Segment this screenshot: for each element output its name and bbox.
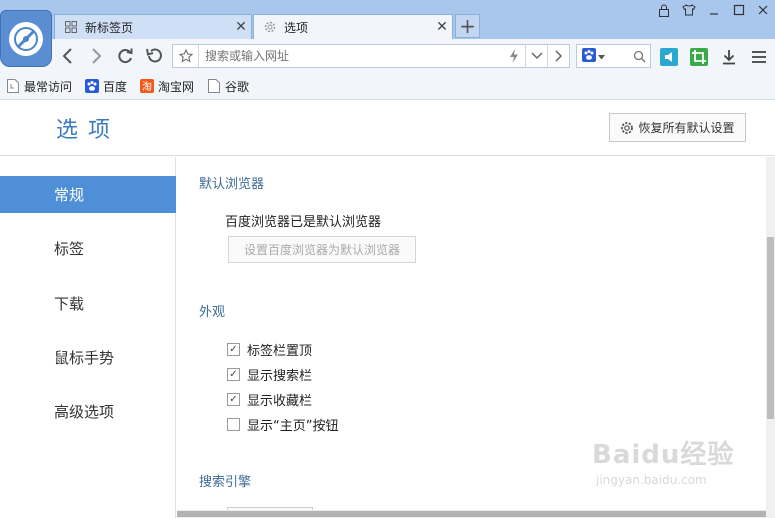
sidebar-item-label: 高级选项 [54,403,115,421]
appearance-section-title: 外观 [199,305,226,320]
option-label: 显示“主页”按钮 [247,419,339,434]
options-content: 默认浏览器 百度浏览器已是默认浏览器 设置百度浏览器为默认浏览器 外观 ✓ 标签… [177,157,766,510]
options-sidebar: 常规 标签 下载 鼠标手势 高级选项 [0,157,176,518]
page-icon [206,79,221,94]
checkbox[interactable]: ✓ [227,368,240,381]
lightning-icon[interactable] [503,45,525,67]
restore-defaults-button[interactable]: 恢复所有默认设置 [609,113,746,142]
paw-icon [84,79,99,94]
sidebar-item-general[interactable]: 常规 [0,176,176,213]
page-title: 选项 [56,118,121,143]
sidebar-item-downloads[interactable]: 下载 [0,285,176,322]
default-browser-section-title: 默认浏览器 [199,177,265,192]
checkbox[interactable]: ✓ [227,343,240,356]
refresh-icon[interactable] [113,44,137,68]
sidebar-item-tabs[interactable]: 标签 [0,230,176,267]
minimize-icon[interactable] [702,2,726,18]
sidebar-item-advanced[interactable]: 高级选项 [0,393,176,430]
search-box[interactable] [576,44,651,68]
compass-icon [9,21,43,56]
horizontal-scrollbar[interactable] [177,510,766,518]
bookmarks-bar: 最常访问 百度 淘 淘宝网 谷歌 [0,73,775,100]
tab-new-tab[interactable]: 新标签页 ✕ [54,14,252,39]
grid-icon [63,19,79,35]
skin-icon[interactable] [677,2,701,18]
checkbox[interactable]: ✓ [227,393,240,406]
close-window-icon[interactable] [751,2,775,18]
speaker-icon[interactable] [659,47,679,67]
star-icon[interactable] [173,45,199,67]
bookmark-label: 淘宝网 [158,79,195,94]
tab-options[interactable]: 选项 ✕ [253,14,453,39]
lock-icon[interactable] [652,2,676,18]
bookmark-label: 最常访问 [24,79,73,94]
sidebar-item-label: 常规 [54,186,85,204]
close-icon[interactable]: ✕ [231,19,251,35]
address-bar[interactable] [172,44,570,68]
search-engine-selector[interactable] [577,45,609,67]
maximize-icon[interactable] [727,2,751,18]
default-browser-status: 百度浏览器已是默认浏览器 [225,215,382,230]
option-label: 显示收藏栏 [247,394,313,409]
sidebar-item-label: 鼠标手势 [54,349,115,367]
sidebar-item-label: 下载 [54,295,85,313]
crop-icon[interactable] [689,47,709,67]
title-bar: 新标签页 ✕ 选项 ✕ + [0,0,775,39]
taobao-icon: 淘 [139,79,154,94]
undo-icon[interactable] [142,44,166,68]
new-tab-button[interactable]: + [455,14,480,38]
gear-icon [262,19,278,35]
bookmark-most-visited[interactable]: 最常访问 [5,78,72,95]
bookmark-taobao[interactable]: 淘 淘宝网 [139,78,194,95]
restore-defaults-label: 恢复所有默认设置 [638,121,735,135]
bookmark-label: 百度 [103,79,128,94]
scrollbar-thumb[interactable] [767,237,774,419]
toolbar [0,39,775,73]
sidebar-item-mouse-gestures[interactable]: 鼠标手势 [0,339,176,376]
search-icon[interactable] [609,50,650,63]
checkmark-icon: ✓ [229,368,238,380]
search-engine-section-title: 搜索引擎 [199,475,252,490]
tab-label: 新标签页 [85,20,134,35]
bookmark-baidu[interactable]: 百度 [84,78,127,95]
forward-icon[interactable] [84,44,108,68]
option-label: 标签栏置顶 [247,344,313,359]
bookmark-google[interactable]: 谷歌 [206,78,249,95]
option-show-home-button[interactable]: 显示“主页”按钮 [227,415,338,434]
checkmark-icon: ✓ [229,343,238,355]
svg-text:淘: 淘 [142,80,152,93]
close-icon[interactable]: ✕ [432,19,452,35]
tab-label: 选项 [284,20,309,35]
option-show-search-bar[interactable]: ✓ 显示搜索栏 [227,365,312,384]
checkbox[interactable] [227,418,240,431]
chevron-down-icon[interactable] [525,45,547,67]
scrollbar-thumb[interactable] [177,511,766,517]
option-label: 显示搜索栏 [247,369,313,384]
back-icon[interactable] [56,44,80,68]
option-tabbar-on-top[interactable]: ✓ 标签栏置顶 [227,340,312,359]
address-input[interactable] [199,46,503,66]
go-icon[interactable] [547,45,569,67]
page-header: 选项 恢复所有默认设置 [0,100,775,156]
gear-icon [620,121,634,135]
option-show-bookmarks-bar[interactable]: ✓ 显示收藏栏 [227,390,312,409]
browser-logo[interactable] [0,10,52,67]
sidebar-item-label: 标签 [54,240,85,258]
menu-icon[interactable] [749,47,769,67]
download-icon[interactable] [719,47,739,67]
set-default-browser-button[interactable]: 设置百度浏览器为默认浏览器 [228,236,416,263]
page-icon [5,79,20,94]
paw-icon [581,47,596,65]
checkmark-icon: ✓ [229,393,238,405]
vertical-scrollbar[interactable] [766,157,775,518]
caret-down-icon [597,49,605,63]
bookmark-label: 谷歌 [225,79,250,94]
